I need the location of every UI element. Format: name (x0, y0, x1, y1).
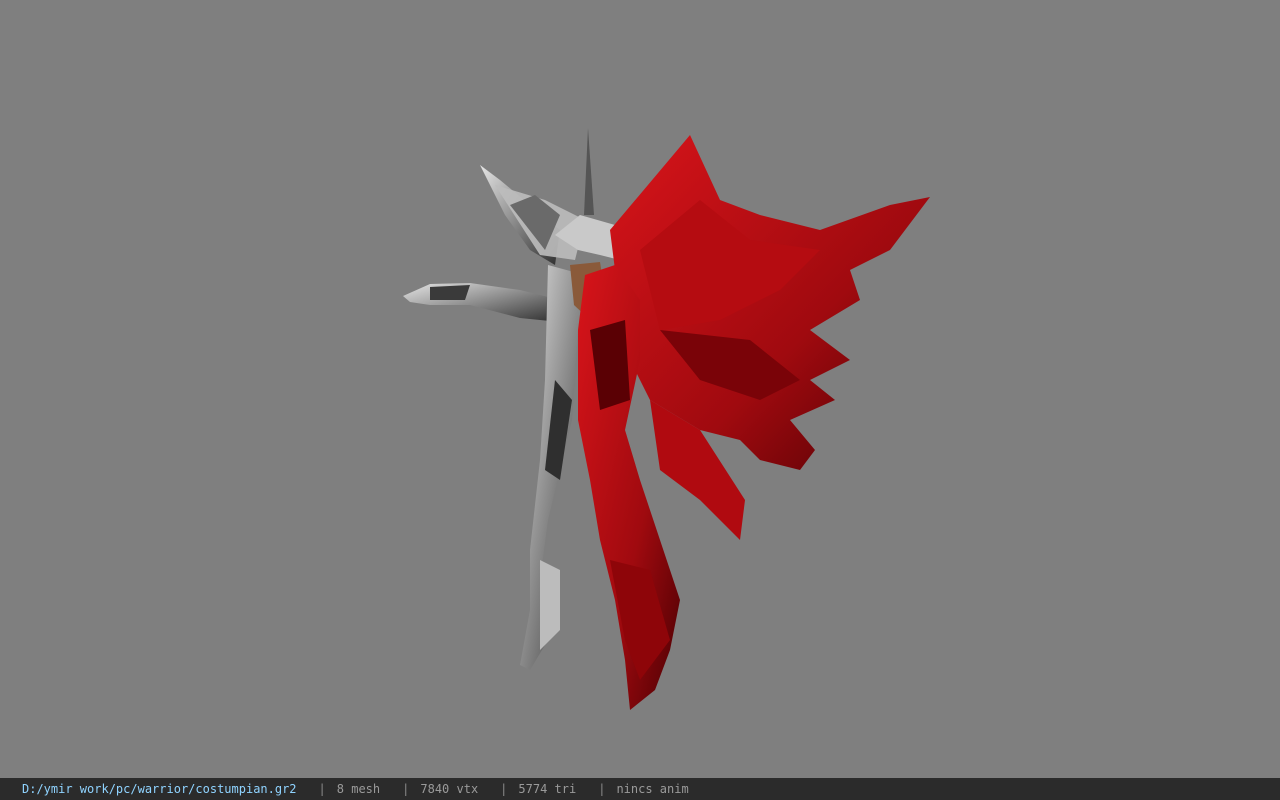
separator: | (500, 782, 508, 796)
helmet-horn (584, 128, 594, 215)
3d-viewport[interactable] (0, 0, 1280, 778)
silver-wing (480, 165, 585, 265)
triangle-count: 5774 tri (518, 782, 577, 796)
silver-body-half (520, 265, 585, 670)
separator: | (598, 782, 606, 796)
file-path: D:/ymir work/pc/warrior/costumpian.gr2 (22, 782, 297, 796)
animation-status: nincs anim (616, 782, 689, 796)
status-bar: D:/ymir work/pc/warrior/costumpian.gr2 | 8… (0, 778, 1280, 800)
red-wing (610, 135, 930, 540)
vertex-count: 7840 vtx (420, 782, 479, 796)
mesh-count: 8 mesh (336, 782, 381, 796)
separator: | (318, 782, 326, 796)
character-model (403, 128, 930, 710)
separator: | (402, 782, 410, 796)
silver-arm (403, 283, 560, 322)
